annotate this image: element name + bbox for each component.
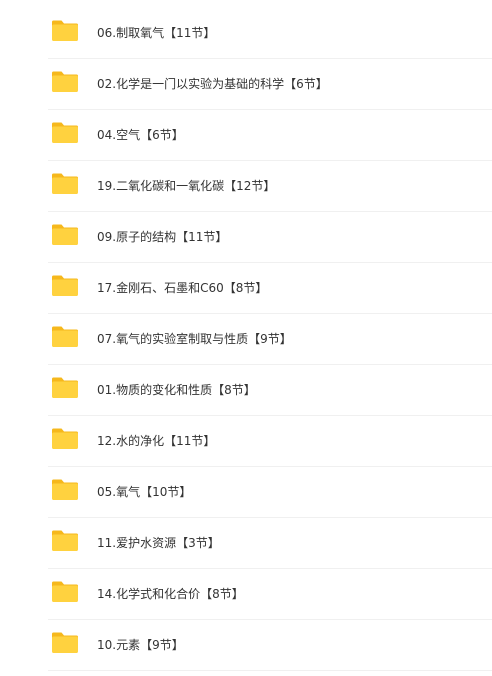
file-row-02[interactable]: 02.化学是一门以实验为基础的科学【6节】: [48, 59, 492, 110]
file-name: 10.元素【9节】: [97, 638, 184, 652]
file-name: 12.水的净化【11节】: [97, 434, 216, 448]
file-name: 06.制取氧气【11节】: [97, 26, 216, 40]
folder-icon: [52, 428, 78, 449]
file-name: 14.化学式和化合价【8节】: [97, 587, 244, 601]
file-name: 01.物质的变化和性质【8节】: [97, 383, 256, 397]
file-name: 17.金刚石、石墨和C60【8节】: [97, 281, 268, 295]
file-name: 19.二氧化碳和一氧化碳【12节】: [97, 179, 276, 193]
file-row-12[interactable]: 12.水的净化【11节】: [48, 416, 492, 467]
file-row-07[interactable]: 07.氧气的实验室制取与性质【9节】: [48, 314, 492, 365]
folder-icon: [52, 224, 78, 245]
file-list: 06.制取氧气【11节】 02.化学是一门以实验为基础的科学【6节】 04.空气…: [0, 0, 492, 676]
folder-icon: [52, 122, 78, 143]
file-name: 07.氧气的实验室制取与性质【9节】: [97, 332, 292, 346]
file-row-09[interactable]: 09.原子的结构【11节】: [48, 212, 492, 263]
file-row-19[interactable]: 19.二氧化碳和一氧化碳【12节】: [48, 161, 492, 212]
file-name: 09.原子的结构【11节】: [97, 230, 228, 244]
folder-icon: [52, 20, 78, 41]
folder-icon: [52, 479, 78, 500]
file-row-11[interactable]: 11.爱护水资源【3节】: [48, 518, 492, 569]
file-name: 04.空气【6节】: [97, 128, 184, 142]
file-row-14[interactable]: 14.化学式和化合价【8节】: [48, 569, 492, 620]
folder-icon: [52, 71, 78, 92]
file-row-01[interactable]: 01.物质的变化和性质【8节】: [48, 365, 492, 416]
folder-icon: [52, 377, 78, 398]
folder-icon: [52, 530, 78, 551]
file-row-10[interactable]: 10.元素【9节】: [48, 620, 492, 671]
folder-icon: [52, 632, 78, 653]
file-row-06[interactable]: 06.制取氧气【11节】: [48, 8, 492, 59]
file-row-04[interactable]: 04.空气【6节】: [48, 110, 492, 161]
file-name: 11.爱护水资源【3节】: [97, 536, 220, 550]
file-name: 05.氧气【10节】: [97, 485, 192, 499]
file-row-17[interactable]: 17.金刚石、石墨和C60【8节】: [48, 263, 492, 314]
folder-icon: [52, 275, 78, 296]
file-row-05[interactable]: 05.氧气【10节】: [48, 467, 492, 518]
folder-icon: [52, 581, 78, 602]
file-name: 02.化学是一门以实验为基础的科学【6节】: [97, 77, 328, 91]
folder-icon: [52, 173, 78, 194]
folder-icon: [52, 326, 78, 347]
